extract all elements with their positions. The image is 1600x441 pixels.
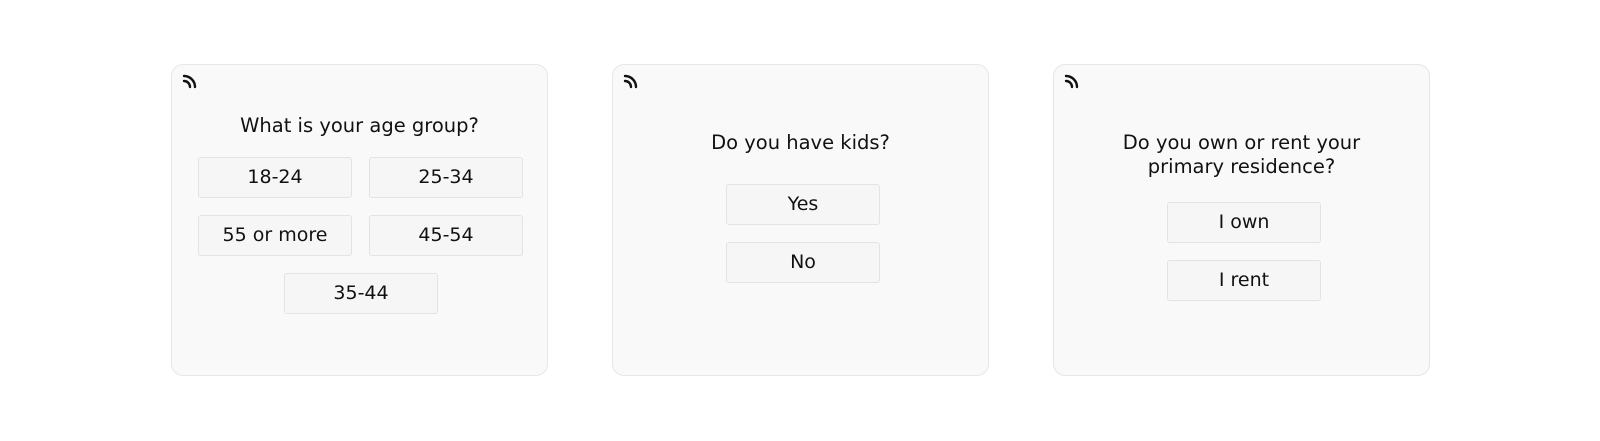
option-18-24-button[interactable]: 18-24 <box>198 157 352 198</box>
question-text-line-2: primary residence? <box>1147 155 1336 178</box>
survey-card-kids: Do you have kids? Yes No <box>612 64 989 376</box>
rss-feed-icon <box>182 74 197 89</box>
question-text-line-1: Do you own or rent your <box>1122 131 1361 154</box>
option-yes-button[interactable]: Yes <box>726 184 880 225</box>
question-text: What is your age group? <box>240 114 479 137</box>
option-i-own-button[interactable]: I own <box>1167 202 1321 243</box>
rss-feed-icon <box>623 74 638 89</box>
option-45-54-button[interactable]: 45-54 <box>369 215 523 256</box>
option-25-34-button[interactable]: 25-34 <box>369 157 523 198</box>
option-55-or-more-button[interactable]: 55 or more <box>198 215 352 256</box>
rss-feed-icon <box>1064 74 1079 89</box>
survey-card-residence: Do you own or rent your primary residenc… <box>1053 64 1430 376</box>
option-i-rent-button[interactable]: I rent <box>1167 260 1321 301</box>
survey-card-age-group: What is your age group? 18-24 25-34 55 o… <box>171 64 548 376</box>
option-35-44-button[interactable]: 35-44 <box>284 273 438 314</box>
option-no-button[interactable]: No <box>726 242 880 283</box>
question-text: Do you have kids? <box>711 131 890 154</box>
